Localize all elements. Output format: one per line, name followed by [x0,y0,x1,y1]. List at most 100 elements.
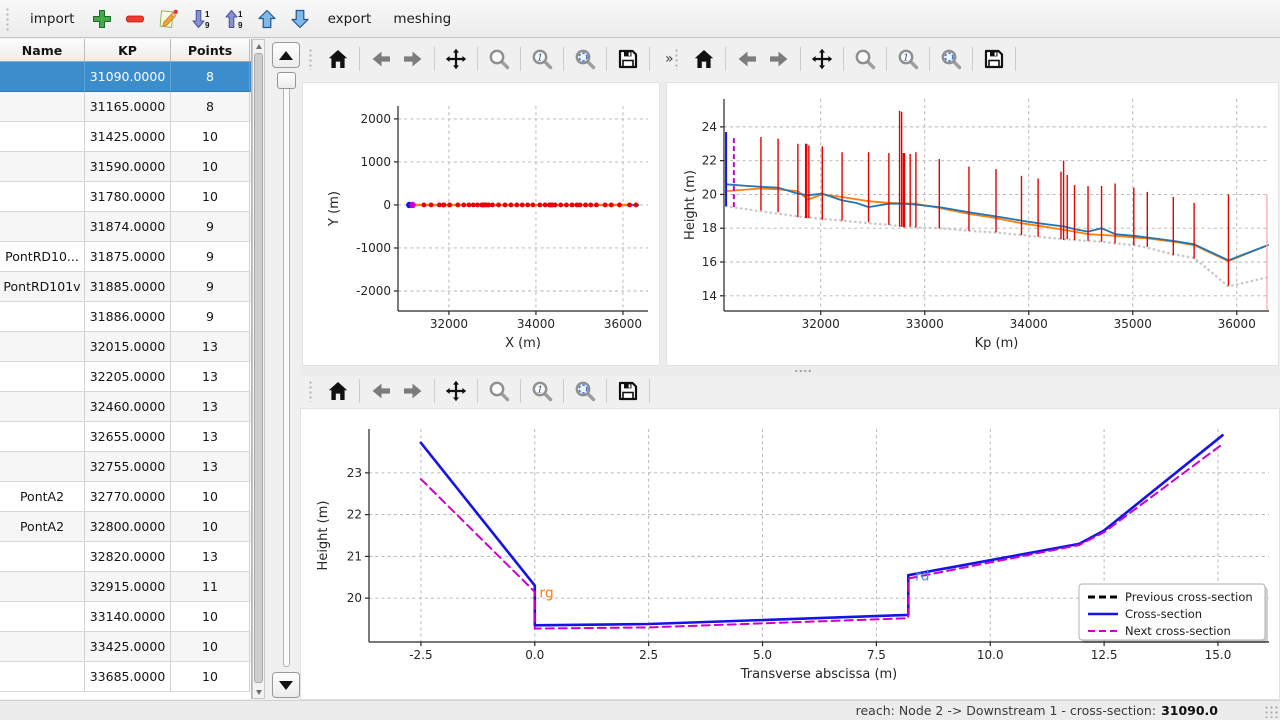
nav-zoom-button[interactable] [483,375,515,407]
table-scrollbar[interactable] [252,39,265,699]
nav-zoom-region-button[interactable]: 1 [892,43,924,75]
home-icon [692,47,716,71]
table-row[interactable]: 31874.00009 [0,212,251,242]
sort-descending-button[interactable]: 19 [188,4,215,34]
longitudinal-profile-figure[interactable]: 3200033000340003500036000141618202224Kp … [666,82,1279,366]
plan-view-figure[interactable]: 320003400036000-2000-1000010002000X (m)Y… [302,82,660,366]
table-row[interactable]: 31165.00008 [0,92,251,122]
toolbar-separator [477,379,478,403]
cross-section-figure[interactable]: -2.50.02.55.07.510.012.515.020212223Tran… [300,408,1280,700]
cell-name [0,632,85,662]
table-row[interactable]: PontRD10...31875.00009 [0,242,251,272]
nav-forward-button[interactable] [397,375,429,407]
nav-pan-button[interactable] [440,375,472,407]
section-slider-track[interactable] [283,75,290,667]
pan-icon [810,47,834,71]
nav-save-button[interactable] [978,43,1010,75]
svg-text:7.5: 7.5 [867,648,886,662]
svg-text:Cross-section: Cross-section [1125,607,1202,621]
toolbar-drag-handle[interactable] [308,380,314,402]
table-row[interactable]: 33140.000010 [0,602,251,632]
table-row[interactable]: 33425.000010 [0,632,251,662]
table-row[interactable]: 32820.000013 [0,542,251,572]
nav-save-button[interactable] [612,43,644,75]
cross-section-table[interactable]: NameKPPoints31090.0000831165.0000831425.… [0,39,252,699]
column-header-kp[interactable]: KP [85,39,171,61]
import-button[interactable]: import [19,6,86,32]
cell-points: 10 [171,182,250,212]
table-row[interactable]: PontRD101v31885.00009 [0,272,251,302]
svg-text:32000: 32000 [802,317,840,331]
table-row[interactable]: 32755.000013 [0,452,251,482]
toolbar-drag-handle[interactable] [5,7,11,31]
cell-kp: 31425.0000 [85,122,171,152]
table-scrollbar-thumb[interactable] [254,53,263,683]
plan-view-nav-toolbar: 1» [308,41,680,77]
nav-forward-button[interactable] [763,43,795,75]
nav-zoom-fit-button[interactable] [569,43,601,75]
cell-points: 10 [171,662,250,692]
table-scroll-up-button[interactable] [253,40,264,52]
save-icon [616,379,640,403]
meshing-button[interactable]: meshing [382,6,462,32]
table-row[interactable]: 31425.000010 [0,122,251,152]
table-row[interactable]: 32205.000013 [0,362,251,392]
section-slider-handle[interactable] [277,72,296,89]
table-row[interactable]: 32655.000013 [0,422,251,452]
table-row[interactable]: PontA232770.000010 [0,482,251,512]
toolbar-drag-handle[interactable] [674,48,680,70]
remove-cross-section-button[interactable] [122,4,149,34]
chart-profile[interactable]: 3200033000340003500036000141618202224Kp … [667,83,1278,365]
svg-text:36000: 36000 [604,317,642,331]
nav-save-button[interactable] [612,375,644,407]
nav-home-button[interactable] [688,43,720,75]
toolbar-separator [929,47,930,71]
cell-kp: 33685.0000 [85,662,171,692]
column-header-name[interactable]: Name [0,39,85,61]
resize-grip-icon[interactable] [1264,705,1278,718]
table-row[interactable]: 33685.000010 [0,662,251,692]
table-row[interactable]: 31886.00009 [0,302,251,332]
nav-zoom-region-button[interactable]: 1 [526,43,558,75]
nav-zoom-button[interactable] [483,43,515,75]
move-up-button[interactable] [254,4,281,34]
nav-back-button[interactable] [731,43,763,75]
nav-zoom-fit-button[interactable] [935,43,967,75]
triangle-down-icon [279,681,293,690]
next-section-button[interactable] [272,672,300,698]
cell-points: 9 [171,272,250,302]
toolbar-drag-handle[interactable] [308,48,314,70]
export-button[interactable]: export [317,6,383,32]
table-row[interactable]: 32460.000013 [0,392,251,422]
nav-home-button[interactable] [322,375,354,407]
cell-points: 10 [171,122,250,152]
table-row[interactable]: PontA232800.000010 [0,512,251,542]
chart-plan[interactable]: 320003400036000-2000-1000010002000X (m)Y… [303,83,659,365]
table-row[interactable]: 31090.00008 [0,62,251,92]
chart-cross_section[interactable]: -2.50.02.55.07.510.012.515.020212223Tran… [301,409,1279,699]
nav-home-button[interactable] [322,43,354,75]
cell-points: 9 [171,242,250,272]
previous-section-button[interactable] [272,42,300,68]
nav-pan-button[interactable] [806,43,838,75]
table-scroll-down-button[interactable] [253,686,264,698]
move-down-button[interactable] [287,4,314,34]
edit-cross-section-button[interactable] [155,4,182,34]
table-row[interactable]: 32915.000011 [0,572,251,602]
nav-forward-button[interactable] [397,43,429,75]
table-row[interactable]: 32015.000013 [0,332,251,362]
nav-pan-button[interactable] [440,43,472,75]
zoom-region-icon: 1 [896,47,920,71]
column-header-points[interactable]: Points [171,39,250,61]
nav-zoom-button[interactable] [849,43,881,75]
add-cross-section-button[interactable] [89,4,116,34]
cross-section-slider [266,39,300,699]
nav-zoom-fit-button[interactable] [569,375,601,407]
table-row[interactable]: 31780.000010 [0,182,251,212]
nav-zoom-region-button[interactable]: 1 [526,375,558,407]
nav-back-button[interactable] [365,43,397,75]
table-row[interactable]: 31590.000010 [0,152,251,182]
sort-ascending-button[interactable]: 19 [221,4,248,34]
profile-nav-toolbar: 1 [674,41,1021,77]
nav-back-button[interactable] [365,375,397,407]
